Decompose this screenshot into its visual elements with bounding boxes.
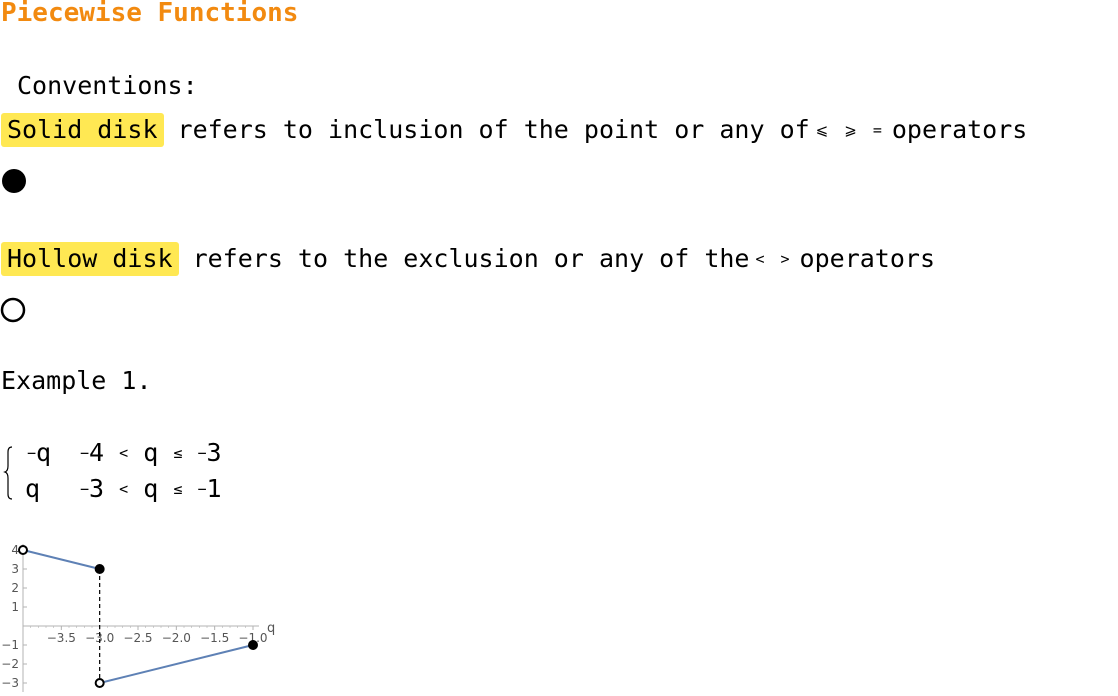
hollow-disk-convention: Hollow disk refers to the exclusion or an…	[1, 242, 935, 276]
solid-disk-convention: Solid disk refers to inclusion of the poi…	[1, 113, 1027, 147]
cond-upper: 3	[206, 438, 222, 467]
piecewise-row-1: −q	[27, 438, 51, 467]
operator-eq: =	[872, 121, 882, 139]
hollow-disk-tail: operators	[799, 244, 936, 273]
x-tick-label: −3.5	[47, 631, 76, 645]
cond-sign: −	[80, 480, 90, 498]
operator-lt: <	[755, 250, 765, 268]
solid-point	[248, 640, 258, 650]
cond-rel: <	[119, 480, 129, 498]
hollow-disk-icon	[0, 297, 26, 323]
operator-gt: >	[780, 250, 790, 268]
series-segment	[22, 549, 100, 570]
hollow-point	[18, 545, 28, 555]
cond-sign: −	[80, 444, 90, 462]
piece-expr: q	[36, 438, 52, 467]
operator-leq: ⩽	[815, 121, 829, 139]
cond-rel: <	[119, 444, 129, 462]
y-tick-label: −3	[1, 676, 19, 690]
piecewise-condition-2: −3 < q ≤ −1	[80, 474, 222, 503]
y-tick-label: 2	[11, 581, 19, 595]
cond-var: q	[143, 474, 159, 503]
cond-rel: ≤	[173, 444, 183, 462]
brace-icon	[3, 446, 13, 500]
operator-geq: ⩾	[844, 121, 857, 139]
piecewise-plot: −3.5 −3.0 −2.5 −2.0 −1.5 −1.04321−1−2−3q	[1, 543, 275, 692]
piecewise-condition-1: −4 < q ≤ −3	[80, 438, 222, 467]
y-tick-label: 4	[11, 543, 19, 557]
solid-disk-tail: operators	[891, 115, 1028, 144]
y-tick-label: −1	[1, 638, 19, 652]
y-tick-label: 3	[11, 562, 19, 576]
solid-disk-tag: Solid disk	[1, 113, 164, 147]
solid-disk-icon	[2, 169, 26, 193]
x-tick-label: −2.5	[123, 631, 152, 645]
conventions-label: Conventions:	[17, 71, 198, 100]
hollow-disk-text: refers to the exclusion or any of the	[192, 244, 750, 273]
cond-rel: ≤	[173, 480, 183, 498]
hollow-disk-tag: Hollow disk	[1, 242, 179, 276]
cond-sign: −	[197, 444, 207, 462]
piece-expr: q	[25, 474, 41, 503]
example-label: Example 1.	[1, 366, 152, 395]
x-tick-label: −1.5	[200, 631, 229, 645]
solid-point	[94, 564, 105, 574]
cond-var: q	[143, 438, 159, 467]
cond-lower: 3	[89, 474, 105, 503]
piecewise-row-2: q	[25, 474, 40, 503]
x-tick-label: −2.0	[162, 631, 191, 645]
page-title: Piecewise Functions	[1, 0, 299, 28]
piece-sign: −	[27, 444, 37, 462]
cond-upper: 1	[206, 474, 222, 503]
hollow-point	[94, 678, 105, 688]
x-axis-label: q	[267, 621, 275, 636]
cond-lower: 4	[89, 438, 105, 467]
solid-disk-text: refers to inclusion of the point or any …	[177, 115, 810, 144]
y-tick-label: −2	[1, 657, 19, 671]
cond-sign: −	[197, 480, 207, 498]
series-segment	[99, 644, 254, 684]
y-tick-label: 1	[11, 600, 19, 614]
